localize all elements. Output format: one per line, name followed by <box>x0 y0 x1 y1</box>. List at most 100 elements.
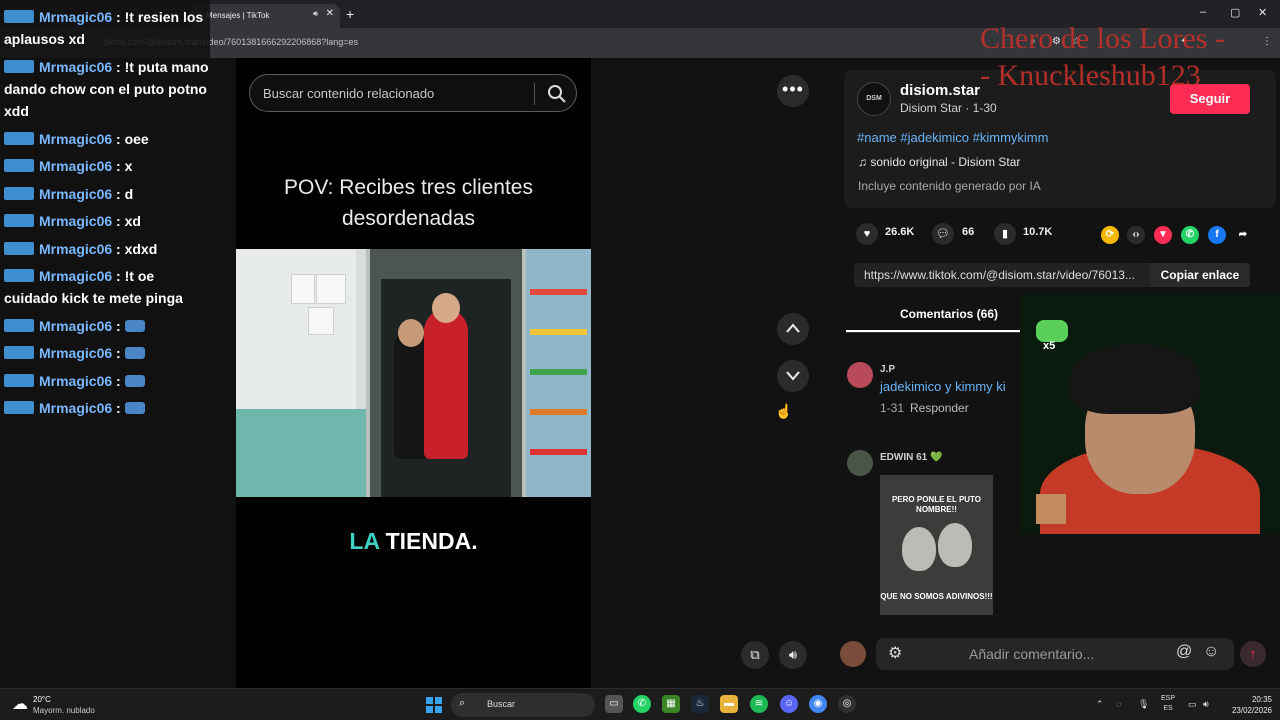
stream-overlay-title: Chero de los Lores - - Knuckleshub123 <box>980 20 1225 94</box>
author-username[interactable]: disiom.star <box>900 82 980 99</box>
stream-chat-overlay: Mrmagic06 : !t resien los aplausos xd Mr… <box>0 0 210 422</box>
video-caption-top: POV: Recibes tres clientes desordenadas <box>284 176 533 230</box>
taskbar-search-label: Buscar <box>487 699 516 709</box>
chevron-down-icon <box>786 371 800 381</box>
volume-icon[interactable]: 🔊︎ <box>1203 699 1209 710</box>
share-arrow-icon[interactable]: ➦ <box>1234 226 1252 244</box>
comment-avatar[interactable] <box>847 450 873 476</box>
repost-icon[interactable]: ⟳ <box>1101 226 1119 244</box>
heart-icon[interactable]: ♥ <box>856 223 878 245</box>
obs-app-icon[interactable]: ◎ <box>838 695 856 713</box>
window-close-button[interactable]: ✕ <box>1258 6 1267 19</box>
author-avatar[interactable]: DSM <box>857 82 891 116</box>
weather-temp[interactable]: 20°C <box>33 695 51 704</box>
menu-kebab-icon[interactable]: ⋮ <box>1262 36 1272 47</box>
chat-message: Mrmagic06 : xdxd <box>4 238 157 260</box>
screen: Mensajes | TikTok 🔊︎ ✕ + – ▢ ✕ tiktok.co… <box>0 0 1280 720</box>
language-indicator[interactable]: ESP ES <box>1161 694 1175 714</box>
video-caption-bottom: LA TIENDA. <box>236 528 591 555</box>
chat-badge-icon <box>4 60 34 73</box>
chat-badge-icon <box>4 242 34 255</box>
task-view-icon[interactable]: ▭ <box>605 695 623 713</box>
microphone-icon[interactable]: 🎙︎ <box>1138 699 1149 710</box>
maximize-button[interactable]: ▢ <box>1230 6 1240 19</box>
chat-message: Mrmagic06 : oee <box>4 128 149 150</box>
hand-cursor-icon: ☝ <box>775 403 793 419</box>
comment-text: jadekimico y kimmy ki <box>880 379 1006 394</box>
chat-message: Mrmagic06 : !t oe cuidado kick te mete p… <box>4 268 183 306</box>
tray-app-icon[interactable]: ◌ <box>1116 699 1121 709</box>
chat-emote-icon <box>124 402 145 414</box>
emote-count: x5 <box>1043 340 1056 352</box>
system-clock[interactable]: 20:35 23/02/2026 <box>1226 694 1272 716</box>
like-count: 26.6K <box>885 226 915 238</box>
search-divider <box>534 83 535 105</box>
windows-start-icon[interactable] <box>426 697 442 713</box>
chat-badge-icon <box>4 401 34 414</box>
comment-username[interactable]: J.P <box>880 364 895 375</box>
overlay-line: Chero de los Lores - <box>980 22 1225 55</box>
comment-username[interactable]: EDWIN 61 💚 <box>880 452 942 463</box>
whatsapp-app-icon[interactable]: ✆ <box>633 695 651 713</box>
chat-message: Mrmagic06 : <box>4 342 145 364</box>
weather-condition[interactable]: Mayorm. nublado <box>33 706 95 715</box>
emote-icon <box>1036 320 1068 342</box>
video-frame-store-scene <box>236 249 591 497</box>
weather-cloud-icon[interactable]: ☁ <box>12 694 28 714</box>
my-avatar <box>840 641 866 667</box>
bookmark-icon[interactable]: ▮ <box>994 223 1016 245</box>
copy-link-button[interactable]: Copiar enlace <box>1150 263 1250 287</box>
chat-emote-icon <box>124 320 145 332</box>
next-video-button[interactable] <box>777 360 809 392</box>
search-input[interactable]: Buscar contenido relacionado <box>263 86 434 101</box>
emoji-icon[interactable]: ☺ <box>1203 643 1219 661</box>
network-icon[interactable]: ▭ <box>1188 699 1197 710</box>
sound-link[interactable]: ♫ sonido original - Disiom Star <box>858 155 1020 169</box>
taskbar-search[interactable]: ⌕ Buscar <box>451 693 595 717</box>
pip-button[interactable]: ⧉ <box>741 641 769 669</box>
search-icon: ⌕ <box>459 697 466 709</box>
chat-badge-icon <box>4 319 34 332</box>
post-comment-button[interactable]: ↑ <box>1240 641 1266 667</box>
chat-message: Mrmagic06 : d <box>4 183 133 205</box>
comment-count: 66 <box>962 226 975 238</box>
file-explorer-icon[interactable]: ▬ <box>720 695 738 713</box>
search-icon[interactable] <box>545 82 569 106</box>
facebook-icon[interactable]: f <box>1208 226 1226 244</box>
speaker-icon[interactable]: 🔊︎ <box>313 9 318 19</box>
send-to-friend-icon[interactable]: ▼ <box>1154 226 1172 244</box>
browser-tab[interactable]: Mensajes | TikTok 🔊︎ ✕ <box>190 4 340 28</box>
minimize-button[interactable]: – <box>1200 6 1206 18</box>
tray-overflow-icon[interactable]: ⌃ <box>1096 699 1104 710</box>
comment-meme-image[interactable]: PERO PONLE EL PUTO NOMBRE!! QUE NO SOMOS… <box>880 475 993 615</box>
new-tab-button[interactable]: + <box>346 6 354 22</box>
discord-app-icon[interactable]: ☺ <box>780 695 798 713</box>
gift-icon[interactable]: ⚙ <box>888 643 902 663</box>
more-options-button[interactable]: ••• <box>777 75 809 107</box>
comment-date: 1-31 <box>880 401 905 415</box>
video-link-field[interactable]: https://www.tiktok.com/@disiom.star/vide… <box>854 263 1150 287</box>
embed-icon[interactable]: ‹› <box>1127 226 1145 244</box>
caption-word: TIENDA. <box>385 528 478 554</box>
minecraft-app-icon[interactable]: ▦ <box>662 695 680 713</box>
comment-avatar[interactable] <box>847 362 873 388</box>
volume-button[interactable]: 🔊︎ <box>779 641 807 669</box>
chat-badge-icon <box>4 159 34 172</box>
reply-button[interactable]: Responder <box>910 401 969 415</box>
chrome-app-icon[interactable]: ◉ <box>809 695 827 713</box>
comment-composer[interactable]: ⚙ Añadir comentario... @ ☺ <box>876 638 1234 670</box>
chat-badge-icon <box>4 214 34 227</box>
hashtags[interactable]: #name #jadekimico #kimmykimm <box>857 130 1048 145</box>
chat-emote-icon <box>124 347 145 359</box>
spotify-app-icon[interactable]: ≋ <box>750 695 768 713</box>
close-tab-icon[interactable]: ✕ <box>326 8 334 19</box>
whatsapp-icon[interactable]: ✆ <box>1181 226 1199 244</box>
steam-app-icon[interactable]: ♨ <box>691 695 709 713</box>
previous-video-button[interactable] <box>777 313 809 345</box>
comment-icon[interactable]: 💬︎ <box>932 223 954 245</box>
chat-message: Mrmagic06 : xd <box>4 210 141 232</box>
mention-icon[interactable]: @ <box>1176 643 1192 661</box>
related-search-bar[interactable]: Buscar contenido relacionado <box>249 74 577 112</box>
windows-taskbar: ☁ 20°C Mayorm. nublado ⌕ Buscar ▭ ✆ ▦ ♨ … <box>0 688 1280 720</box>
comment-input[interactable]: Añadir comentario... <box>969 646 1094 662</box>
